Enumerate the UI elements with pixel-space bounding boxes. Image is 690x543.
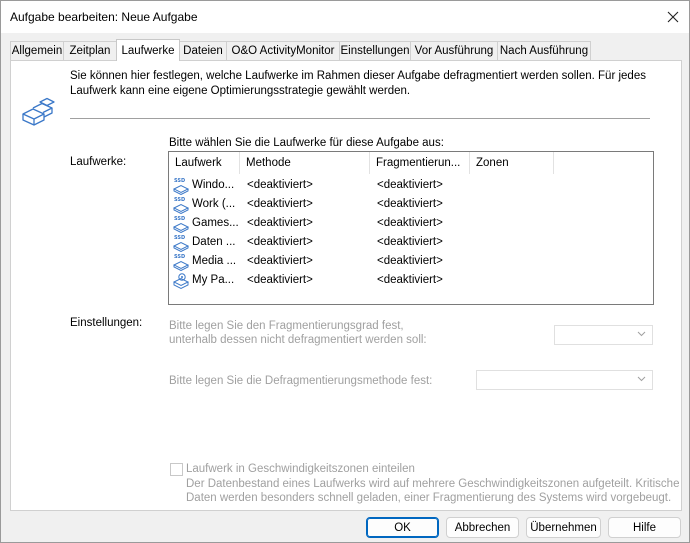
tab-label: Dateien <box>183 45 223 57</box>
method-label: Bitte legen Sie die Defragmentierungsmet… <box>169 375 433 387</box>
chevron-down-icon <box>637 376 646 382</box>
column-header-methode[interactable]: Methode <box>240 152 370 174</box>
drive-stack-icon <box>22 97 55 126</box>
method-select[interactable] <box>476 370 653 390</box>
column-header-label: Laufwerk <box>175 157 222 169</box>
ssd-drive-icon: SSD <box>173 235 190 252</box>
drive-method: <deaktiviert> <box>247 179 313 191</box>
title-bar: Aufgabe bearbeiten: Neue Aufgabe <box>1 1 689 33</box>
tab-label: Vor Ausführung <box>414 45 494 57</box>
column-header-label: Zonen <box>476 157 509 169</box>
zones-description-line1: Der Datenbestand eines Laufwerks wird au… <box>186 478 680 490</box>
cancel-button-label: Abbrechen <box>454 521 511 534</box>
ok-button[interactable]: OK <box>366 517 439 538</box>
cancel-button[interactable]: Abbrechen <box>446 517 519 538</box>
drive-name: Windo... <box>192 179 235 191</box>
zones-description-line2: Daten werden besonders schnell geladen, … <box>186 492 672 504</box>
svg-text:SSD: SSD <box>174 178 185 184</box>
close-button[interactable] <box>657 3 689 31</box>
intro-text-line1: Sie können hier festlegen, welche Laufwe… <box>70 70 646 82</box>
ok-button-label: OK <box>394 521 411 534</box>
drives-label: Laufwerke: <box>70 156 127 168</box>
settings-label: Einstellungen: <box>70 317 143 329</box>
ssd-drive-icon: SSD <box>173 178 190 195</box>
drive-name: My Pa... <box>192 274 235 286</box>
table-row[interactable]: SSD Games... <deaktiviert> <deaktiviert> <box>169 215 653 234</box>
drive-fragmentation: <deaktiviert> <box>377 198 443 210</box>
svg-text:SSD: SSD <box>174 254 185 260</box>
drive-method: <deaktiviert> <box>247 198 313 210</box>
drive-name: Media ... <box>192 255 237 267</box>
frag-degree-label-line2: unterhalb dessen nicht defragmentiert we… <box>169 334 427 346</box>
column-header-zonen[interactable]: Zonen <box>470 152 554 174</box>
help-button[interactable]: Hilfe <box>608 517 681 538</box>
tab-activitymonitor[interactable]: O&O ActivityMonitor <box>226 41 340 60</box>
tab-laufwerke[interactable]: Laufwerke <box>116 39 180 61</box>
drive-method: <deaktiviert> <box>247 255 313 267</box>
close-icon <box>667 11 679 23</box>
drive-list[interactable]: Laufwerk Methode Fragmentierun... Zonen … <box>168 151 654 305</box>
window-title: Aufgabe bearbeiten: Neue Aufgabe <box>10 10 198 24</box>
zones-checkbox[interactable] <box>170 463 183 476</box>
help-button-label: Hilfe <box>632 521 656 534</box>
table-row[interactable]: SSD Daten ... <deaktiviert> <deaktiviert… <box>169 234 653 253</box>
tab-nach-ausfuehrung[interactable]: Nach Ausführung <box>497 41 591 60</box>
column-header-label: Methode <box>246 157 291 169</box>
tab-allgemein[interactable]: Allgemein <box>10 41 64 60</box>
column-header-laufwerk[interactable]: Laufwerk <box>169 152 240 174</box>
zones-checkbox-label: Laufwerk in Geschwindigkeitszonen eintei… <box>186 463 415 475</box>
tab-einstellungen[interactable]: Einstellungen <box>339 41 411 60</box>
drive-fragmentation: <deaktiviert> <box>377 179 443 191</box>
drive-method: <deaktiviert> <box>247 274 313 286</box>
table-row[interactable]: SSD Windo... <deaktiviert> <deaktiviert> <box>169 177 653 196</box>
tab-label: O&O ActivityMonitor <box>231 45 335 57</box>
drive-method: <deaktiviert> <box>247 236 313 248</box>
tab-label: Zeitplan <box>69 45 111 57</box>
drive-method: <deaktiviert> <box>247 217 313 229</box>
ssd-drive-icon: SSD <box>173 254 190 271</box>
drive-fragmentation: <deaktiviert> <box>377 255 443 267</box>
drives-prompt: Bitte wählen Sie die Laufwerke für diese… <box>169 137 444 149</box>
section-divider <box>70 118 650 119</box>
svg-text:SSD: SSD <box>174 216 185 222</box>
tab-label: Allgemein <box>11 45 63 57</box>
frag-degree-label-line1: Bitte legen Sie den Fragmentierungsgrad … <box>169 320 404 332</box>
hdd-drive-icon <box>173 273 190 290</box>
tab-label: Laufwerke <box>121 44 175 57</box>
tab-dateien[interactable]: Dateien <box>179 41 227 60</box>
chevron-down-icon <box>637 331 646 337</box>
drive-name: Daten ... <box>192 236 236 248</box>
drive-name: Games... <box>192 217 238 229</box>
ssd-drive-icon: SSD <box>173 197 190 214</box>
column-header-fragmentierung[interactable]: Fragmentierun... <box>370 152 470 174</box>
drive-name: Work (... <box>192 198 236 210</box>
tab-vor-ausfuehrung[interactable]: Vor Ausführung <box>410 41 498 60</box>
drive-fragmentation: <deaktiviert> <box>377 236 443 248</box>
table-row[interactable]: SSD Work (... <deaktiviert> <deaktiviert… <box>169 196 653 215</box>
frag-degree-select[interactable] <box>554 325 653 345</box>
svg-text:SSD: SSD <box>174 197 185 203</box>
drive-fragmentation: <deaktiviert> <box>377 217 443 229</box>
apply-button[interactable]: Übernehmen <box>526 517 601 538</box>
drive-fragmentation: <deaktiviert> <box>377 274 443 286</box>
table-row[interactable]: My Pa... <deaktiviert> <deaktiviert> <box>169 272 653 291</box>
intro-text-line2: Laufwerk kann eine eigene Optimierungsst… <box>70 85 411 97</box>
svg-text:SSD: SSD <box>174 235 185 241</box>
table-row[interactable]: SSD Media ... <deaktiviert> <deaktiviert… <box>169 253 653 272</box>
tab-zeitplan[interactable]: Zeitplan <box>63 41 117 60</box>
ssd-drive-icon: SSD <box>173 216 190 233</box>
tab-label: Einstellungen <box>340 45 410 57</box>
tab-label: Nach Ausführung <box>499 45 589 57</box>
apply-button-label: Übernehmen <box>530 521 597 534</box>
column-header-label: Fragmentierun... <box>376 157 461 169</box>
